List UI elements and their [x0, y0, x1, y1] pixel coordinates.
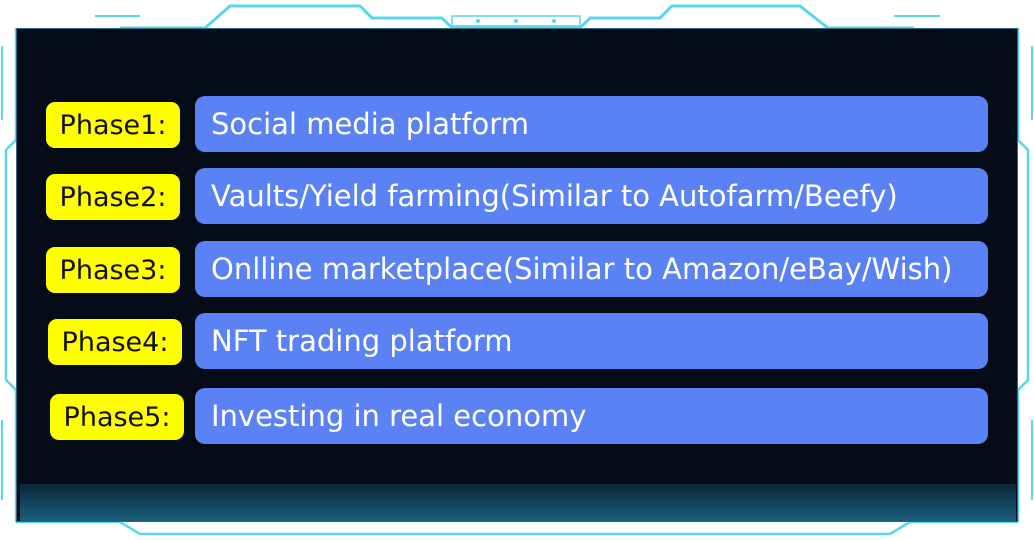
- phase-badge: Phase3:: [46, 247, 180, 293]
- roadmap-row-phase1: Phase1: Social media platform: [0, 96, 1034, 154]
- panel-bottom-glow: [20, 484, 1016, 522]
- roadmap-row-phase5: Phase5: Investing in real economy: [0, 388, 1034, 446]
- phase-badge: Phase4:: [48, 319, 182, 365]
- roadmap-row-phase4: Phase4: NFT trading platform: [0, 313, 1034, 371]
- phase-description: Social media platform: [195, 96, 988, 152]
- phase-badge: Phase1:: [46, 102, 180, 148]
- roadmap-row-phase2: Phase2: Vaults/Yield farming(Similar to …: [0, 168, 1034, 226]
- phase-description: Onlline marketplace(Similar to Amazon/eB…: [195, 241, 988, 297]
- phase-description: Vaults/Yield farming(Similar to Autofarm…: [195, 168, 988, 224]
- phase-badge: Phase5:: [50, 394, 184, 440]
- phase-description: Investing in real economy: [195, 388, 988, 444]
- roadmap-row-phase3: Phase3: Onlline marketplace(Similar to A…: [0, 241, 1034, 299]
- phase-badge: Phase2:: [46, 174, 180, 220]
- phase-description: NFT trading platform: [195, 313, 988, 369]
